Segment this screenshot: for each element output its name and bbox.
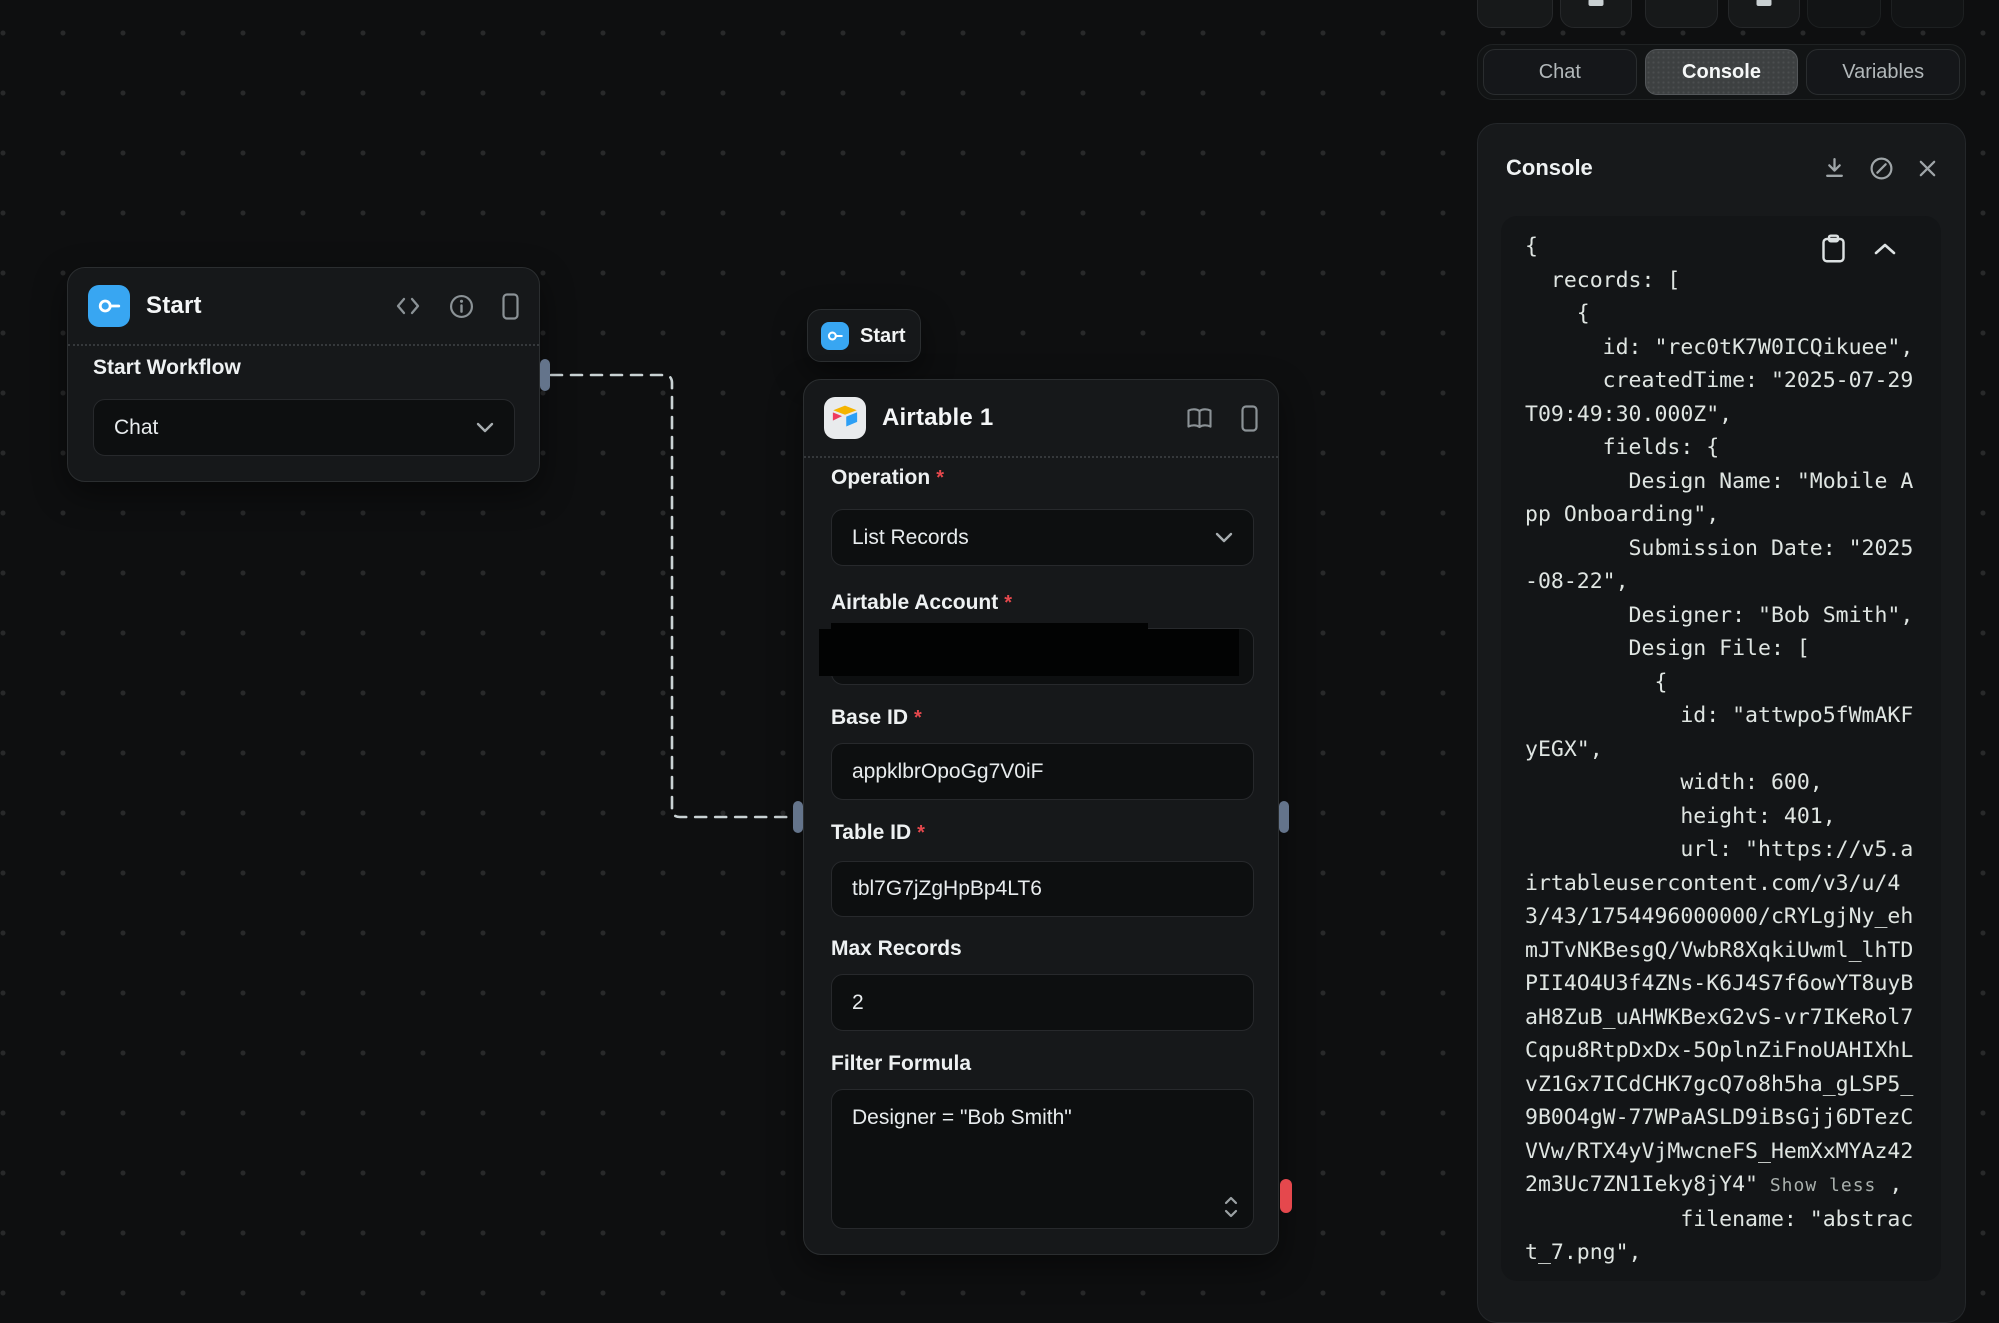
mini-start-title: Start — [860, 325, 906, 348]
toolbar-icon — [1589, 0, 1604, 6]
resize-icon[interactable] — [1223, 1196, 1239, 1218]
toolbar-button-3[interactable] — [1645, 0, 1718, 28]
start-node-header: Start — [68, 268, 539, 344]
panel-toggle-icon[interactable] — [502, 293, 519, 320]
operation-value: List Records — [852, 526, 969, 550]
mini-start-node[interactable]: Start — [807, 309, 921, 362]
operation-label: Operation* — [831, 466, 944, 490]
start-glyph-icon — [96, 293, 122, 319]
info-icon[interactable] — [449, 294, 474, 319]
start-node-icon — [88, 285, 130, 327]
airtable-node-title: Airtable 1 — [882, 404, 993, 432]
clear-console-icon[interactable] — [1869, 156, 1894, 181]
tab-variables[interactable]: Variables — [1806, 49, 1960, 95]
console-panel: Console — [1477, 123, 1966, 1323]
table-id-label: Table ID* — [831, 821, 925, 845]
base-id-input[interactable]: appklbrOpoGg7V0iF — [831, 743, 1254, 800]
required-marker: * — [917, 822, 925, 844]
toolbar-button-5[interactable] — [1807, 0, 1881, 28]
airtable-node[interactable]: Airtable 1 Operation* List Records Airta… — [803, 379, 1279, 1255]
tab-console[interactable]: Console — [1645, 49, 1799, 95]
toolbar-button-6[interactable] — [1891, 0, 1964, 28]
start-workflow-value: Chat — [114, 416, 158, 440]
toolbar-button-1[interactable] — [1477, 0, 1553, 28]
operation-select[interactable]: List Records — [831, 509, 1254, 566]
base-id-label: Base ID* — [831, 706, 922, 730]
workflow-canvas[interactable]: Start Start Workflow Chat — [0, 0, 1999, 1306]
toolbar-button-4[interactable] — [1728, 0, 1800, 28]
start-workflow-select[interactable]: Chat — [93, 399, 515, 456]
mini-start-icon — [821, 322, 849, 350]
airtable-logo-icon — [830, 405, 860, 431]
airtable-error-handle[interactable] — [1280, 1179, 1292, 1213]
toolbar-icon — [1757, 0, 1772, 6]
redaction-box — [831, 623, 1148, 631]
tab-chat[interactable]: Chat — [1483, 49, 1637, 95]
filter-formula-textarea[interactable]: Designer = "Bob Smith" — [831, 1089, 1254, 1229]
max-records-value: 2 — [852, 991, 864, 1015]
console-code-before: { records: [ { id: "rec0tK7W0ICQikuee", … — [1525, 234, 1913, 1197]
filter-formula-label: Filter Formula — [831, 1052, 971, 1076]
max-records-input[interactable]: 2 — [831, 974, 1254, 1031]
required-marker: * — [914, 707, 922, 729]
console-output-block[interactable]: { records: [ { id: "rec0tK7W0ICQikuee", … — [1501, 216, 1941, 1281]
required-marker: * — [1004, 592, 1012, 614]
close-icon[interactable] — [1916, 157, 1939, 180]
airtable-input-handle[interactable] — [793, 801, 803, 833]
show-less-link[interactable]: Show less — [1758, 1175, 1876, 1196]
chevron-down-icon — [476, 422, 494, 433]
table-id-input[interactable]: tbl7G7jZgHpBp4LT6 — [831, 861, 1254, 917]
start-node-title: Start — [146, 292, 202, 320]
right-panel-tabs: Chat Console Variables — [1477, 44, 1966, 100]
airtable-icon — [824, 397, 866, 439]
redaction-box — [819, 629, 1239, 676]
chevron-down-icon — [1215, 532, 1233, 543]
download-icon[interactable] — [1822, 156, 1847, 181]
start-node[interactable]: Start Start Workflow Chat — [67, 267, 540, 482]
divider — [68, 344, 539, 346]
required-marker: * — [936, 467, 944, 489]
console-title: Console — [1506, 155, 1593, 181]
toolbar-button-2[interactable] — [1560, 0, 1632, 28]
max-records-label: Max Records — [831, 937, 962, 961]
airtable-node-header: Airtable 1 — [804, 380, 1278, 456]
airtable-output-handle[interactable] — [1279, 801, 1289, 833]
start-workflow-label: Start Workflow — [93, 356, 241, 380]
panel-toggle-icon[interactable] — [1241, 405, 1258, 432]
airtable-account-label: Airtable Account* — [831, 591, 1012, 615]
filter-formula-value: Designer = "Bob Smith" — [852, 1106, 1072, 1130]
divider — [804, 456, 1278, 458]
code-icon[interactable] — [395, 295, 421, 317]
console-json-output: { records: [ { id: "rec0tK7W0ICQikuee", … — [1525, 230, 1933, 1270]
book-icon[interactable] — [1186, 407, 1213, 430]
start-glyph-icon — [826, 327, 844, 345]
table-id-value: tbl7G7jZgHpBp4LT6 — [852, 877, 1042, 901]
start-node-output-handle[interactable] — [540, 359, 550, 391]
base-id-value: appklbrOpoGg7V0iF — [852, 760, 1043, 784]
